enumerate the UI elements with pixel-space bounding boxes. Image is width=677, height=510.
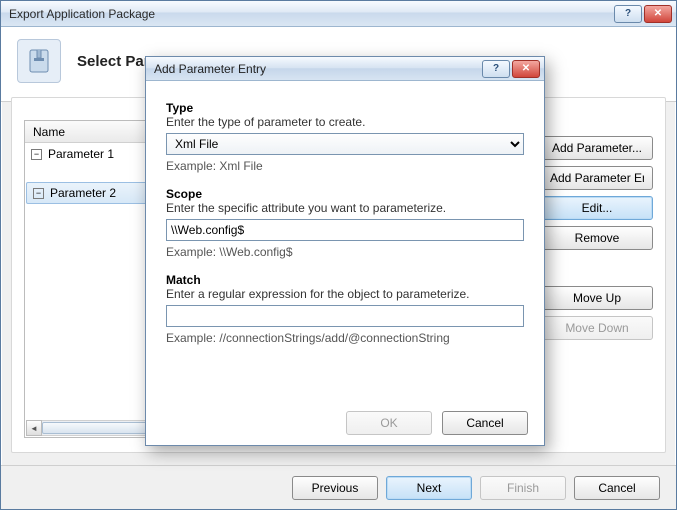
parameter-label: Parameter 2 bbox=[50, 186, 116, 200]
scope-example: Example: \\Web.config$ bbox=[166, 245, 524, 259]
wizard-titlebar: Export Application Package bbox=[1, 1, 676, 27]
dialog-help-button[interactable] bbox=[482, 60, 510, 78]
scope-input[interactable] bbox=[166, 219, 524, 241]
scope-label: Scope bbox=[166, 187, 524, 201]
scroll-left-icon[interactable]: ◄ bbox=[26, 420, 42, 436]
button-spacer bbox=[541, 256, 653, 280]
type-label: Type bbox=[166, 101, 524, 115]
wizard-title: Export Application Package bbox=[9, 7, 612, 21]
cancel-button[interactable]: Cancel bbox=[574, 476, 660, 500]
dialog-titlebar: Add Parameter Entry bbox=[146, 57, 544, 81]
move-down-button: Move Down bbox=[541, 316, 653, 340]
dialog-close-button[interactable] bbox=[512, 60, 540, 78]
remove-button[interactable]: Remove bbox=[541, 226, 653, 250]
collapse-icon[interactable]: − bbox=[33, 188, 44, 199]
dialog-cancel-button[interactable]: Cancel bbox=[442, 411, 528, 435]
wizard-help-button[interactable] bbox=[614, 5, 642, 23]
next-button[interactable]: Next bbox=[386, 476, 472, 500]
match-hint: Enter a regular expression for the objec… bbox=[166, 287, 524, 301]
collapse-icon[interactable]: − bbox=[31, 149, 42, 160]
move-up-button[interactable]: Move Up bbox=[541, 286, 653, 310]
dialog-footer: OK Cancel bbox=[146, 401, 544, 445]
side-button-column: Add Parameter... Add Parameter Entry... … bbox=[541, 136, 653, 340]
add-parameter-entry-button[interactable]: Add Parameter Entry... bbox=[541, 166, 653, 190]
dialog-content: Type Enter the type of parameter to crea… bbox=[146, 81, 544, 345]
previous-button[interactable]: Previous bbox=[292, 476, 378, 500]
package-icon bbox=[17, 39, 61, 83]
wizard-close-button[interactable] bbox=[644, 5, 672, 23]
add-parameter-button[interactable]: Add Parameter... bbox=[541, 136, 653, 160]
match-label: Match bbox=[166, 273, 524, 287]
ok-button: OK bbox=[346, 411, 432, 435]
wizard-footer: Previous Next Finish Cancel bbox=[1, 465, 676, 509]
edit-button[interactable]: Edit... bbox=[541, 196, 653, 220]
dialog-title: Add Parameter Entry bbox=[154, 62, 480, 76]
finish-button: Finish bbox=[480, 476, 566, 500]
type-example: Example: Xml File bbox=[166, 159, 524, 173]
match-example: Example: //connectionStrings/add/@connec… bbox=[166, 331, 524, 345]
scope-hint: Enter the specific attribute you want to… bbox=[166, 201, 524, 215]
type-select[interactable]: Xml File bbox=[166, 133, 524, 155]
add-parameter-entry-dialog: Add Parameter Entry Type Enter the type … bbox=[145, 56, 545, 446]
match-input[interactable] bbox=[166, 305, 524, 327]
parameter-label: Parameter 1 bbox=[48, 147, 114, 161]
type-hint: Enter the type of parameter to create. bbox=[166, 115, 524, 129]
